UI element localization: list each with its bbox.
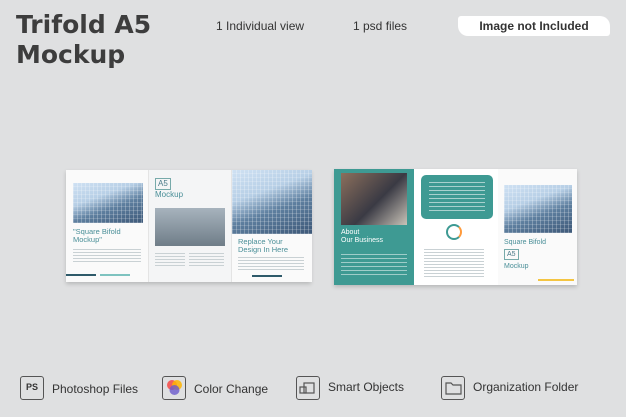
logo-icon bbox=[446, 224, 462, 240]
building-image bbox=[504, 185, 572, 233]
footer-bar bbox=[100, 274, 130, 276]
right-brochure: About Our Business Square Bifold A5 Mock… bbox=[334, 169, 577, 285]
left-panel-2: A5 Mockup bbox=[148, 170, 232, 282]
smart-objects-icon bbox=[296, 376, 320, 400]
right-panel-3: Square Bifold A5 Mockup bbox=[498, 169, 577, 285]
info-box bbox=[421, 175, 493, 219]
right-panel-1: About Our Business bbox=[334, 169, 414, 285]
page-title: Trifold A5 Mockup bbox=[16, 10, 151, 70]
right-panel-2 bbox=[414, 169, 498, 285]
footer-bar bbox=[538, 279, 574, 281]
about-line-1: About bbox=[341, 229, 360, 236]
files-count: 1 psd files bbox=[353, 19, 408, 33]
left-brochure: "Square Bifold Mockup" A5 Mockup Replace… bbox=[66, 170, 312, 282]
building-image bbox=[73, 183, 143, 223]
body-text bbox=[341, 253, 407, 275]
a5-box: A5 bbox=[504, 249, 519, 260]
feature-label: Photoshop Files bbox=[52, 382, 139, 396]
color-change-icon bbox=[162, 376, 186, 400]
mockup-label: Mockup bbox=[155, 190, 184, 199]
body-text bbox=[155, 252, 185, 266]
title-line-1: Trifold A5 bbox=[16, 10, 152, 39]
right-panel3-footer: Mockup bbox=[504, 263, 529, 270]
left-panel-1: "Square Bifold Mockup" bbox=[66, 170, 148, 282]
building-image bbox=[232, 170, 312, 234]
business-photo bbox=[341, 173, 407, 225]
contact-list bbox=[424, 249, 484, 277]
left-panel3-heading: Replace Your Design In Here bbox=[238, 237, 289, 254]
footer-bar bbox=[66, 274, 96, 276]
body-text bbox=[238, 256, 304, 270]
feature-label: Color Change bbox=[194, 382, 269, 396]
left-panel1-heading: "Square Bifold Mockup" bbox=[73, 227, 121, 244]
body-text bbox=[189, 252, 224, 266]
office-image bbox=[155, 208, 225, 246]
folder-icon bbox=[441, 376, 465, 400]
image-not-included-badge: Image not Included bbox=[458, 16, 610, 36]
views-count: 1 Individual view bbox=[216, 19, 305, 33]
feature-label: Smart Objects bbox=[328, 380, 405, 394]
title-line-2: Mockup bbox=[16, 40, 126, 69]
photoshop-icon: PS bbox=[20, 376, 44, 400]
about-line-2: Our Business bbox=[341, 237, 384, 244]
a5-box: A5 bbox=[155, 178, 171, 190]
left-panel-3: Replace Your Design In Here bbox=[231, 170, 312, 282]
right-panel3-heading: Square Bifold bbox=[504, 239, 547, 246]
body-text bbox=[73, 248, 141, 262]
footer-bar bbox=[252, 275, 282, 277]
feature-label: Organization Folder bbox=[473, 380, 579, 394]
